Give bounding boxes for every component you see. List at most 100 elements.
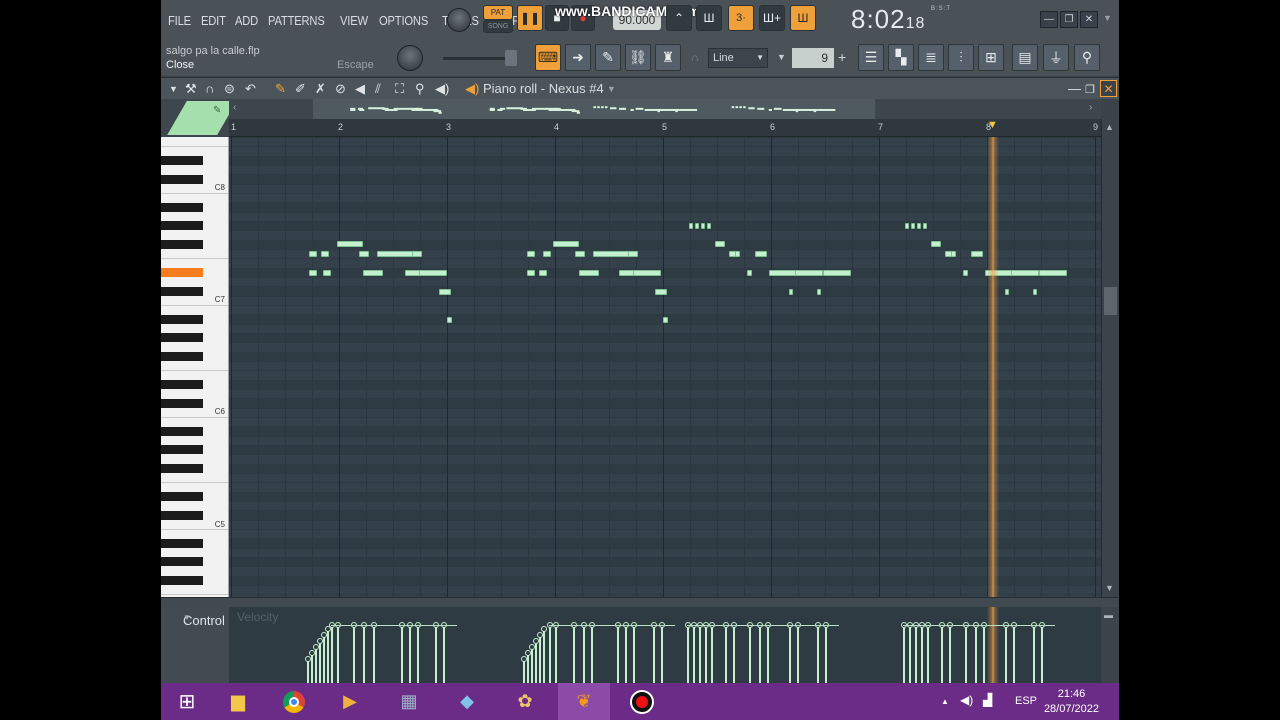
velocity-stem[interactable] (705, 625, 707, 683)
plugin-picker-button[interactable]: ⏚ (1043, 44, 1069, 71)
midi-note[interactable] (931, 241, 941, 247)
midi-note[interactable] (579, 270, 599, 276)
midi-note[interactable] (575, 251, 585, 257)
midi-note[interactable] (419, 270, 447, 276)
black-key[interactable] (161, 492, 203, 501)
velocity-stem[interactable] (583, 625, 585, 683)
black-key[interactable] (161, 398, 203, 408)
language-indicator[interactable]: ESP (1015, 695, 1037, 707)
velocity-stem[interactable] (949, 625, 951, 683)
velocity-stem[interactable] (323, 635, 325, 683)
chrome-button[interactable] (268, 683, 320, 720)
vertical-scroll-thumb[interactable] (1104, 287, 1117, 315)
snap-decrease-button[interactable]: ▼ (777, 52, 786, 62)
velocity-stem[interactable] (789, 625, 791, 683)
wait-input-button[interactable]: Ш (696, 5, 722, 31)
velocity-stem[interactable] (725, 625, 727, 683)
velocity-stem[interactable] (699, 625, 701, 683)
note-color-swatch[interactable]: ✎ (161, 99, 229, 137)
black-key[interactable] (161, 576, 203, 585)
help-button[interactable]: ⚲ (1074, 44, 1100, 71)
calculator-button[interactable]: ▦ (383, 683, 435, 720)
velocity-stem[interactable] (625, 625, 627, 683)
midi-note[interactable] (323, 270, 331, 276)
midi-note[interactable] (971, 251, 983, 257)
delete-tool-icon[interactable]: ✗ (315, 81, 326, 97)
midi-note[interactable] (655, 289, 667, 295)
event-editor-splitter[interactable] (161, 597, 1119, 607)
scroll-down-icon[interactable]: ▼ (1105, 583, 1114, 593)
velocity-stem[interactable] (825, 625, 827, 683)
midi-note[interactable] (951, 251, 956, 257)
pat-mode-button[interactable]: PAT (483, 5, 513, 20)
midi-note[interactable] (817, 289, 821, 295)
velocity-stem[interactable] (555, 625, 557, 683)
black-key[interactable] (161, 426, 203, 436)
black-key[interactable] (161, 510, 203, 520)
midi-note[interactable] (695, 223, 699, 229)
velocity-stem[interactable] (617, 625, 619, 683)
velocity-stem[interactable] (711, 625, 713, 683)
main-pitch-knob[interactable] (397, 45, 423, 71)
channel-rack-button[interactable]: ≣ (918, 44, 944, 71)
velocity-stem[interactable] (591, 625, 593, 683)
velocity-stem[interactable] (331, 625, 333, 683)
midi-note[interactable] (707, 223, 711, 229)
velocity-stem[interactable] (909, 625, 911, 683)
midi-note[interactable] (539, 270, 547, 276)
menu-view[interactable]: VIEW (340, 13, 368, 28)
control-scrollbar[interactable]: ▬ (1101, 607, 1119, 683)
midi-note[interactable] (527, 270, 535, 276)
snap-selector[interactable]: Line ▼ (708, 48, 768, 68)
velocity-stem[interactable] (661, 625, 663, 683)
midi-note[interactable] (755, 251, 767, 257)
pattern-overview[interactable]: ‹ › (229, 99, 1101, 119)
velocity-stem[interactable] (975, 625, 977, 683)
system-clock[interactable]: 21:46 28/07/2022 (1044, 687, 1099, 717)
midi-note[interactable] (412, 251, 422, 257)
velocity-stem[interactable] (941, 625, 943, 683)
black-key[interactable] (161, 352, 203, 361)
midi-note[interactable] (923, 223, 927, 229)
playlist-button[interactable]: ☰ (858, 44, 884, 71)
midi-note[interactable] (553, 241, 579, 247)
midi-note[interactable] (789, 289, 793, 295)
midi-note[interactable] (309, 270, 317, 276)
midi-note[interactable] (1005, 289, 1009, 295)
velocity-stem[interactable] (903, 625, 905, 683)
black-key[interactable] (161, 240, 203, 249)
midi-note[interactable] (628, 251, 638, 257)
song-mode-button[interactable]: SONG (483, 20, 513, 33)
midi-note[interactable] (911, 223, 915, 229)
piano-keyboard[interactable]: C8 C7 C6 C5 (161, 137, 229, 597)
velocity-stem[interactable] (693, 625, 695, 683)
master-volume-knob[interactable] (447, 8, 471, 32)
velocity-stem[interactable] (1005, 625, 1007, 683)
piano-roll-button[interactable]: ▚ (888, 44, 914, 71)
pr-minimize-icon[interactable]: — (1068, 81, 1081, 96)
playback-tool-icon[interactable]: ◀) (435, 81, 449, 97)
midi-note[interactable] (1011, 270, 1039, 276)
magnet-icon[interactable]: ∩ (205, 81, 214, 96)
midi-note[interactable] (715, 241, 725, 247)
note-grid[interactable] (229, 137, 1101, 597)
slip-tool-icon[interactable]: ◀ (355, 81, 365, 97)
loop-record-button[interactable]: Ш (790, 5, 816, 31)
midi-note[interactable] (1039, 270, 1067, 276)
velocity-stem[interactable] (749, 625, 751, 683)
midi-note[interactable] (377, 251, 415, 257)
options-menu-icon[interactable]: ▼ (169, 84, 178, 94)
active-key[interactable] (161, 268, 203, 277)
black-key[interactable] (161, 557, 203, 567)
midi-note[interactable] (543, 251, 551, 257)
snap-value[interactable]: 9 (792, 48, 834, 68)
velocity-stem[interactable] (401, 625, 403, 683)
velocity-stem[interactable] (573, 625, 575, 683)
midi-note[interactable] (747, 270, 752, 276)
midi-note[interactable] (337, 241, 363, 247)
velocity-stem[interactable] (363, 625, 365, 683)
velocity-stem[interactable] (531, 647, 533, 683)
black-key[interactable] (161, 156, 203, 165)
file-explorer-button[interactable]: ▆ (212, 683, 264, 720)
pr-close-button[interactable]: ✕ (1100, 80, 1117, 97)
